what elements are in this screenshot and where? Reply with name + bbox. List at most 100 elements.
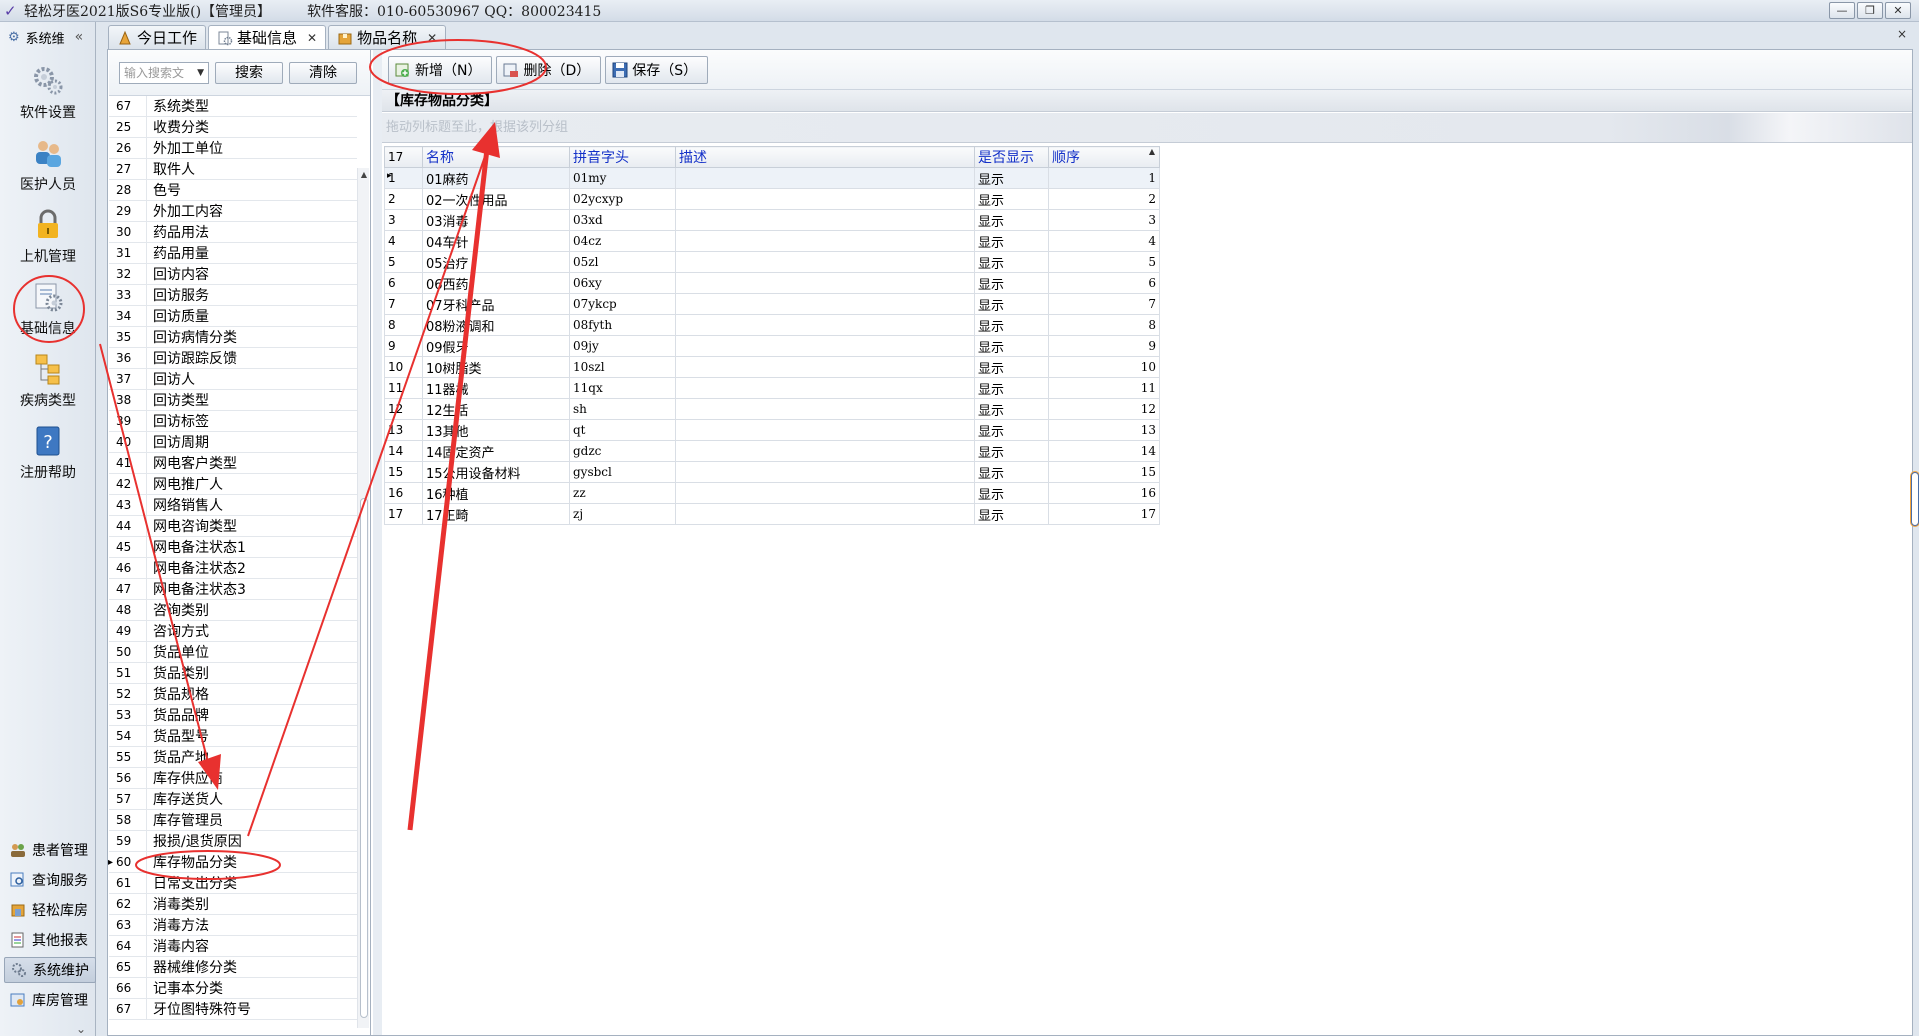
name-cell[interactable]: 01麻药 xyxy=(422,167,570,189)
description-cell[interactable] xyxy=(675,209,975,231)
nav-item-patients[interactable]: 患者管理 xyxy=(4,837,96,863)
row-number-cell[interactable]: 11 xyxy=(384,377,423,399)
visible-cell[interactable]: 显示 xyxy=(974,293,1049,315)
list-item[interactable]: 63 消毒方法 xyxy=(109,914,357,936)
group-by-panel[interactable]: 拖动列标题至此，根据该列分组 xyxy=(382,113,1912,143)
list-item[interactable]: 59 报损/退货原因 xyxy=(109,830,357,852)
list-item[interactable]: 35 回访病情分类 xyxy=(109,326,357,348)
list-item[interactable]: 51 货品类别 xyxy=(109,662,357,684)
pinyin-cell[interactable]: zj xyxy=(569,503,676,525)
order-cell[interactable]: 13 xyxy=(1048,419,1160,441)
list-item[interactable]: 49 咨询方式 xyxy=(109,620,357,642)
table-row[interactable]: 101麻药01my显示1 xyxy=(384,167,1160,189)
pinyin-cell[interactable]: 10szl xyxy=(569,356,676,378)
right-edge-scroll-handle[interactable] xyxy=(1911,472,1919,526)
row-number-cell[interactable]: 1 xyxy=(384,167,423,189)
list-item[interactable]: 42 网电推广人 xyxy=(109,473,357,495)
name-cell[interactable]: 13其他 xyxy=(422,419,570,441)
visible-cell[interactable]: 显示 xyxy=(974,272,1049,294)
tab-item-names[interactable]: 物品名称 ✕ xyxy=(328,25,447,49)
row-number-cell[interactable]: 4 xyxy=(384,230,423,252)
list-item[interactable]: 61 日常支出分类 xyxy=(109,872,357,894)
list-item[interactable]: 27 取件人 xyxy=(109,158,357,180)
pinyin-cell[interactable]: 03xd xyxy=(569,209,676,231)
nav-item-software-settings[interactable]: 软件设置 xyxy=(0,64,96,122)
nav-collapse-icon[interactable]: « xyxy=(75,29,84,45)
order-cell[interactable]: 7 xyxy=(1048,293,1160,315)
order-cell[interactable]: 6 xyxy=(1048,272,1160,294)
visible-cell[interactable]: 显示 xyxy=(974,230,1049,252)
search-button[interactable]: 搜索 xyxy=(215,61,283,84)
row-number-cell[interactable]: 12 xyxy=(384,398,423,420)
table-row[interactable]: 9 09假牙 09jy 显示 9 xyxy=(384,335,1160,357)
pinyin-cell[interactable]: gdzc xyxy=(569,440,676,462)
pinyin-cell[interactable]: 04cz xyxy=(569,230,676,252)
list-item[interactable]: 28 色号 xyxy=(109,179,357,201)
nav-item-registration-help[interactable]: ? 注册帮助 xyxy=(0,424,96,482)
nav-item-disease-types[interactable]: 疾病类型 xyxy=(0,352,96,410)
row-number-cell[interactable]: 5 xyxy=(384,251,423,273)
visible-cell[interactable]: 显示 xyxy=(974,167,1049,189)
table-row[interactable]: 10 10树脂类 10szl 显示 10 xyxy=(384,356,1160,378)
list-item[interactable]: 53 货品品牌 xyxy=(109,704,357,726)
pinyin-cell[interactable]: 08fyth xyxy=(569,314,676,336)
visible-cell[interactable]: 显示 xyxy=(974,188,1049,210)
list-item[interactable]: 60 库存物品分类 xyxy=(108,851,357,873)
order-cell[interactable]: 16 xyxy=(1048,482,1160,504)
list-item[interactable]: 29 外加工内容 xyxy=(109,200,357,222)
name-cell[interactable]: 11器械 xyxy=(422,377,570,399)
list-item[interactable]: 31 药品用量 xyxy=(109,242,357,264)
description-cell[interactable] xyxy=(675,230,975,252)
nav-item-other-reports[interactable]: 其他报表 xyxy=(4,927,96,953)
table-row[interactable]: 14 14固定资产 gdzc 显示 14 xyxy=(384,440,1160,462)
row-number-cell[interactable]: 6 xyxy=(384,272,423,294)
list-item[interactable]: 58 库存管理员 xyxy=(109,809,357,831)
list-item[interactable]: 37 回访人 xyxy=(109,368,357,390)
list-item[interactable]: 48 咨询类别 xyxy=(109,599,357,621)
order-cell[interactable]: 2 xyxy=(1048,188,1160,210)
pinyin-cell[interactable]: zz xyxy=(569,482,676,504)
list-item[interactable]: 45 网电备注状态1 xyxy=(109,536,357,558)
pinyin-cell[interactable]: gysbcl xyxy=(569,461,676,483)
pinyin-cell[interactable]: 06xy xyxy=(569,272,676,294)
list-scrollbar[interactable]: ▲ xyxy=(357,168,369,1028)
list-item[interactable]: 66 记事本分类 xyxy=(109,977,357,999)
restore-icon[interactable]: ❐ xyxy=(1857,2,1883,19)
list-item[interactable]: 44 网电咨询类型 xyxy=(109,515,357,537)
name-cell[interactable]: 04车针 xyxy=(422,230,570,252)
list-item[interactable]: 55 货品产地 xyxy=(109,746,357,768)
list-item[interactable]: 54 货品型号 xyxy=(109,725,357,747)
table-row[interactable]: 13 13其他 qt 显示 13 xyxy=(384,419,1160,441)
add-button[interactable]: 新增（N） xyxy=(388,55,493,84)
description-cell[interactable] xyxy=(675,293,975,315)
order-cell[interactable]: 15 xyxy=(1048,461,1160,483)
name-cell[interactable]: 14固定资产 xyxy=(422,440,570,462)
table-row[interactable]: 3 03消毒 03xd 显示 3 xyxy=(384,209,1160,231)
description-cell[interactable] xyxy=(675,314,975,336)
table-row[interactable]: 7 07牙科产品 07ykcp 显示 7 xyxy=(384,293,1160,315)
row-number-cell[interactable]: 7 xyxy=(384,293,423,315)
visible-cell[interactable]: 显示 xyxy=(974,314,1049,336)
name-cell[interactable]: 07牙科产品 xyxy=(422,293,570,315)
table-row[interactable]: 16 16种植 zz 显示 16 xyxy=(384,482,1160,504)
pinyin-cell[interactable]: qt xyxy=(569,419,676,441)
name-cell[interactable]: 10树脂类 xyxy=(422,356,570,378)
table-row[interactable]: 11 11器械 11qx 显示 11 xyxy=(384,377,1160,399)
pinyin-cell[interactable]: 07ykcp xyxy=(569,293,676,315)
description-cell[interactable] xyxy=(675,482,975,504)
order-cell[interactable]: 4 xyxy=(1048,230,1160,252)
name-cell[interactable]: 09假牙 xyxy=(422,335,570,357)
row-number-cell[interactable]: 10 xyxy=(384,356,423,378)
order-cell[interactable]: 11 xyxy=(1048,377,1160,399)
list-item[interactable]: 56 库存供应商 xyxy=(109,767,357,789)
clear-button[interactable]: 清除 xyxy=(289,61,357,84)
column-header-pinyin[interactable]: 拼音字头 xyxy=(569,146,676,168)
scroll-up-icon[interactable]: ▲ xyxy=(358,170,370,179)
close-all-tabs-icon[interactable]: × xyxy=(1897,27,1907,41)
scrollbar-thumb[interactable] xyxy=(360,498,368,1018)
name-cell[interactable]: 03消毒 xyxy=(422,209,570,231)
name-cell[interactable]: 08粉液调和 xyxy=(422,314,570,336)
order-cell[interactable]: 5 xyxy=(1048,251,1160,273)
list-item[interactable]: 30 药品用法 xyxy=(109,221,357,243)
column-header-description[interactable]: 描述 xyxy=(675,146,975,168)
